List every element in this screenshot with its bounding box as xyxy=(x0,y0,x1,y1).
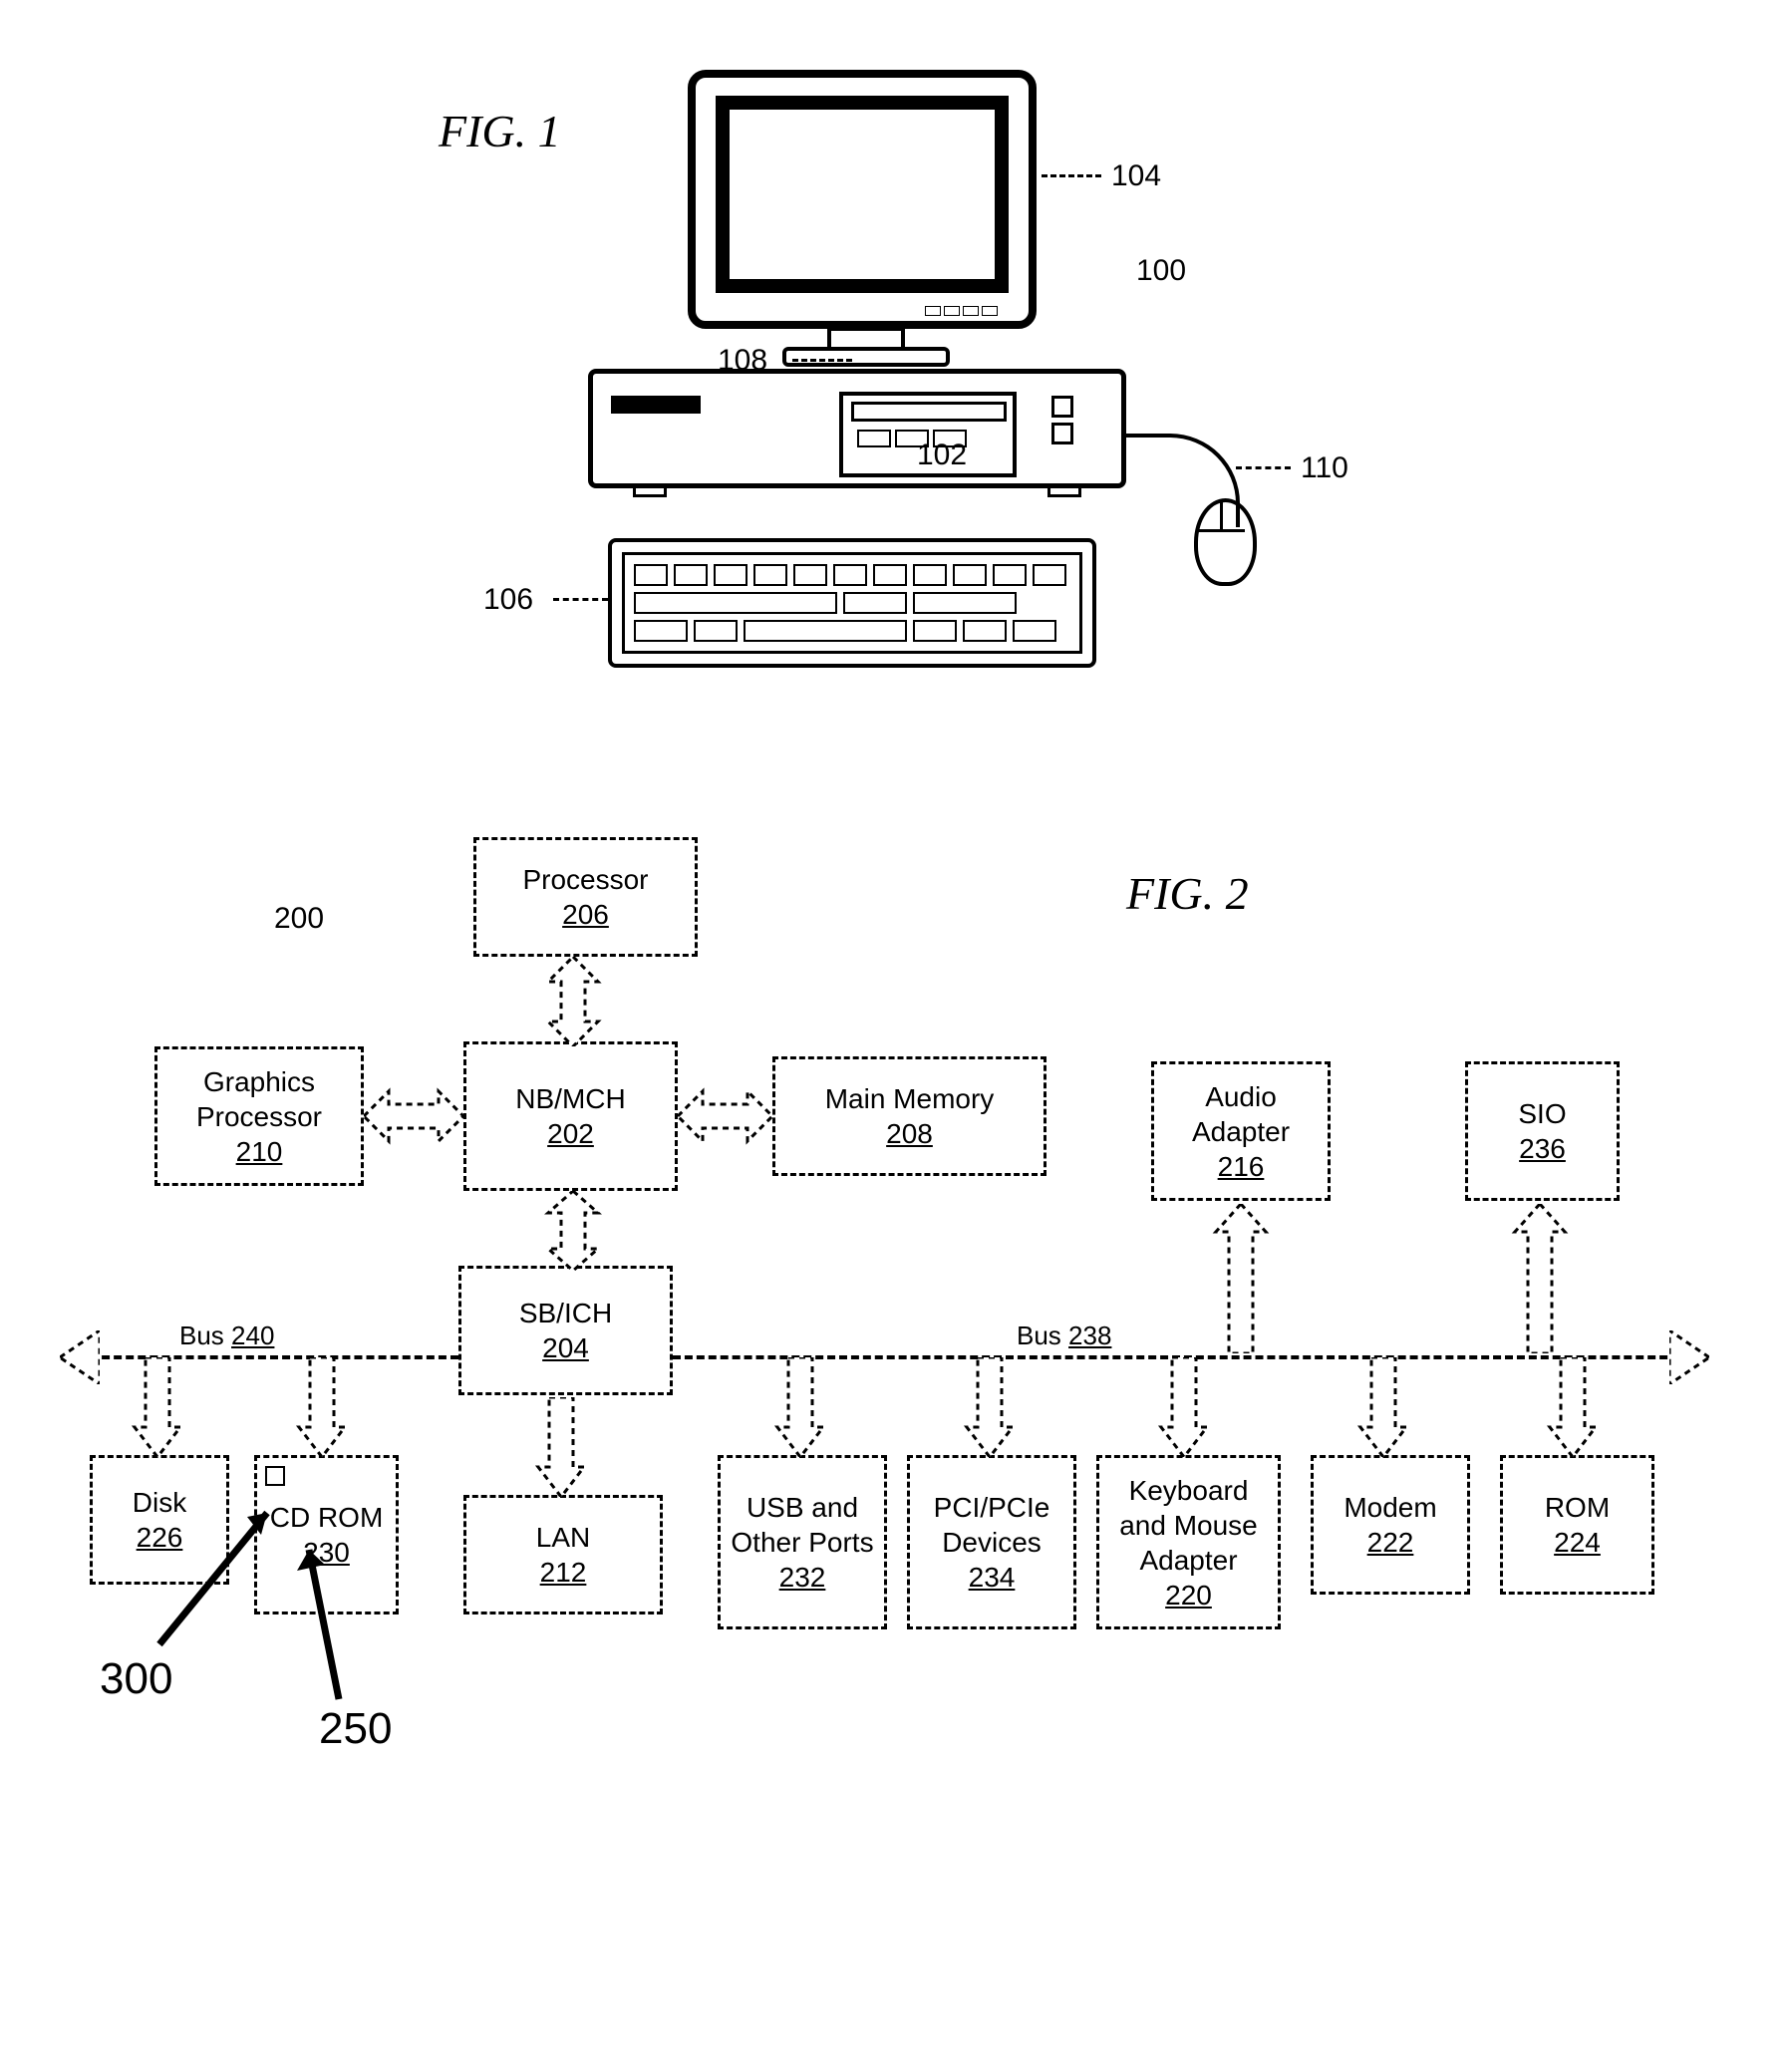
ref-case: 102 xyxy=(917,439,967,472)
bus-238-label: Bus 238 xyxy=(1017,1320,1111,1351)
block-rom: ROM 224 xyxy=(1500,1455,1654,1595)
ref-keyboard: 106 xyxy=(483,583,533,617)
block-processor: Processor 206 xyxy=(473,837,698,957)
refnum: 220 xyxy=(1165,1578,1212,1613)
block-audio: Audio Adapter 216 xyxy=(1151,1061,1331,1201)
refnum: 232 xyxy=(779,1560,826,1595)
block-pci: PCI/PCIe Devices 234 xyxy=(907,1455,1076,1629)
label: Audio Adapter xyxy=(1160,1079,1322,1149)
label: USB and Other Ports xyxy=(727,1490,878,1560)
arrow-bus-disk xyxy=(130,1357,185,1457)
block-nbmch: NB/MCH 202 xyxy=(463,1041,678,1191)
refnum: 222 xyxy=(1367,1525,1414,1560)
refnum: 208 xyxy=(886,1116,933,1151)
monitor xyxy=(688,70,1037,379)
cd-slot xyxy=(851,402,1007,422)
monitor-vents xyxy=(925,303,1015,313)
refnum: 224 xyxy=(1554,1525,1601,1560)
callout-line xyxy=(792,359,852,362)
label: ROM xyxy=(1545,1490,1610,1525)
power-leds xyxy=(1051,396,1106,449)
label: Keyboard and Mouse Adapter xyxy=(1105,1473,1272,1578)
ref-system: 100 xyxy=(1136,254,1186,288)
block-mainmem: Main Memory 208 xyxy=(772,1056,1046,1176)
label: PCI/PCIe Devices xyxy=(916,1490,1067,1560)
arrow-proc-nbmch xyxy=(543,957,603,1046)
refnum: 216 xyxy=(1218,1149,1265,1184)
case-vent xyxy=(611,396,701,414)
refnum: 212 xyxy=(540,1555,587,1590)
arrow-bus-rom xyxy=(1545,1357,1601,1457)
arrow-bus-sio xyxy=(1510,1204,1570,1353)
label: NB/MCH xyxy=(515,1081,625,1116)
refnum: 204 xyxy=(542,1330,589,1365)
page: FIG. 1 xyxy=(0,0,1792,2053)
label: Modem xyxy=(1344,1490,1436,1525)
ref-drive: 108 xyxy=(718,344,767,378)
label: Main Memory xyxy=(825,1081,995,1116)
callout-line xyxy=(553,598,608,601)
ref-monitor: 104 xyxy=(1111,159,1161,193)
refnum: 210 xyxy=(236,1134,283,1169)
refnum: 206 xyxy=(562,897,609,932)
callout-arrow-250 xyxy=(279,1535,389,1709)
ref-250: 250 xyxy=(319,1704,392,1754)
callout-line xyxy=(1236,466,1291,469)
arrow-nbmch-sbich xyxy=(543,1191,603,1271)
bus-240-left-tip xyxy=(60,1330,100,1389)
bus-240-label: Bus 240 xyxy=(179,1320,274,1351)
refnum: 236 xyxy=(1519,1131,1566,1166)
block-lan: LAN 212 xyxy=(463,1495,663,1614)
media-icon xyxy=(265,1466,285,1486)
block-gfx: Graphics Processor 210 xyxy=(154,1046,364,1186)
arrow-gfx-nbmch xyxy=(364,1086,463,1146)
ref-mouse: 110 xyxy=(1301,451,1348,485)
arrow-nbmch-mem xyxy=(678,1086,772,1146)
monitor-base xyxy=(782,347,950,367)
label: SB/ICH xyxy=(519,1296,612,1330)
arrow-bus-usb xyxy=(772,1357,828,1457)
arrow-bus-cdrom xyxy=(294,1357,350,1457)
refnum: 234 xyxy=(969,1560,1016,1595)
block-sbich: SB/ICH 204 xyxy=(458,1266,673,1395)
label: Processor xyxy=(522,862,648,897)
block-usb: USB and Other Ports 232 xyxy=(718,1455,887,1629)
desktop-case xyxy=(588,369,1126,488)
arrow-bus-kbm xyxy=(1156,1357,1212,1457)
block-modem: Modem 222 xyxy=(1311,1455,1470,1595)
arrow-bus-modem xyxy=(1355,1357,1411,1457)
monitor-screen xyxy=(716,96,1009,293)
monitor-bezel xyxy=(688,70,1037,329)
refnum: 202 xyxy=(547,1116,594,1151)
mouse xyxy=(1176,453,1266,583)
arrow-bus-audio xyxy=(1211,1204,1271,1353)
callout-line xyxy=(1042,174,1101,177)
callout-arrow-300 xyxy=(149,1495,289,1659)
label: LAN xyxy=(536,1520,590,1555)
ref-300: 300 xyxy=(100,1654,172,1704)
bus-238-right-tip xyxy=(1669,1330,1709,1389)
label: Graphics Processor xyxy=(163,1064,355,1134)
arrow-sbich-lan xyxy=(533,1397,589,1497)
block-sio: SIO 236 xyxy=(1465,1061,1620,1201)
keyboard xyxy=(608,538,1096,668)
arrow-bus-pci xyxy=(962,1357,1018,1457)
block-kbm: Keyboard and Mouse Adapter 220 xyxy=(1096,1455,1281,1629)
label: SIO xyxy=(1518,1096,1566,1131)
